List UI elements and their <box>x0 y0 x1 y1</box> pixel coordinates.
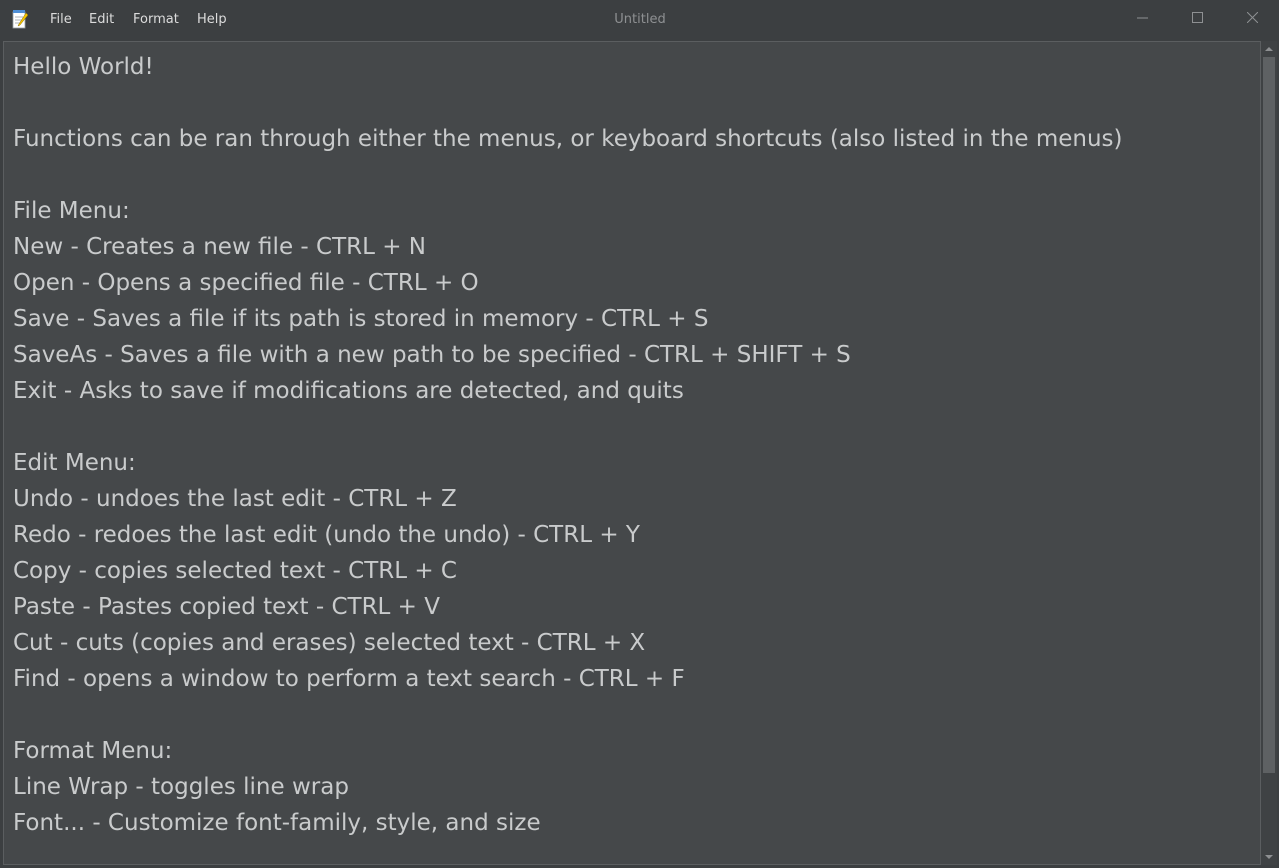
scroll-thumb[interactable] <box>1263 57 1275 773</box>
title-bar[interactable]: File Edit Format Help Untitled <box>0 0 1279 40</box>
editor-content[interactable]: Hello World! Functions can be ran throug… <box>13 49 1123 841</box>
minimize-icon <box>1137 17 1148 19</box>
scroll-up-button[interactable] <box>1261 41 1277 57</box>
menu-file[interactable]: File <box>50 0 72 40</box>
chevron-down-icon <box>1265 855 1273 859</box>
menu-help[interactable]: Help <box>197 0 227 40</box>
maximize-icon <box>1192 12 1203 23</box>
close-button[interactable] <box>1225 0 1279 36</box>
vertical-scrollbar[interactable] <box>1261 41 1277 865</box>
scroll-down-button[interactable] <box>1261 849 1277 865</box>
maximize-button[interactable] <box>1170 0 1225 36</box>
minimize-button[interactable] <box>1115 0 1170 36</box>
menu-edit[interactable]: Edit <box>89 0 114 40</box>
close-icon <box>1247 12 1258 23</box>
chevron-up-icon <box>1265 47 1273 51</box>
notepad-icon[interactable] <box>12 9 29 29</box>
window-title: Untitled <box>614 12 666 27</box>
menu-format[interactable]: Format <box>133 0 179 40</box>
text-editor[interactable]: Hello World! Functions can be ran throug… <box>3 41 1261 865</box>
app-window: File Edit Format Help Untitled Hello Wor… <box>0 0 1279 868</box>
